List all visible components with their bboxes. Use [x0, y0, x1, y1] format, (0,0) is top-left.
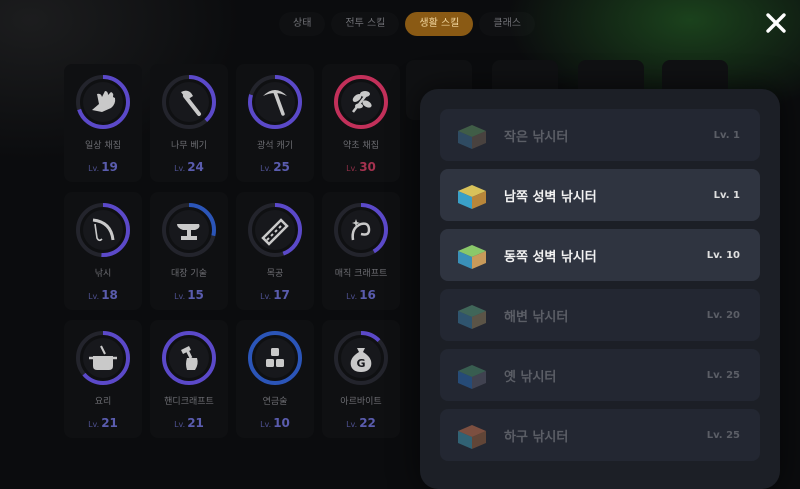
anvil-icon	[161, 202, 217, 258]
fishing-spot-row[interactable]: 동쪽 성벽 낚시터 Lv. 10	[440, 229, 760, 281]
magic-icon	[333, 202, 389, 258]
hammer-fist-icon	[161, 330, 217, 386]
pickaxe-icon	[247, 74, 303, 130]
skill-card-herb-gathering[interactable]: 약초 채집 Lv. 30	[322, 64, 400, 182]
skill-card-logging[interactable]: 나무 베기 Lv. 24	[150, 64, 228, 182]
skill-card-blacksmithing[interactable]: 대장 기술 Lv. 15	[150, 192, 228, 310]
skill-card-mining[interactable]: 광석 캐기 Lv. 25	[236, 64, 314, 182]
svg-text:G: G	[356, 357, 365, 370]
terrain-block-icon	[454, 117, 490, 153]
skill-card-woodworking[interactable]: 목공 Lv. 17	[236, 192, 314, 310]
close-button[interactable]	[763, 10, 789, 36]
skill-card-cooking[interactable]: 요리 Lv. 21	[64, 320, 142, 438]
fishing-spot-row[interactable]: 작은 낚시터 Lv. 1	[440, 109, 760, 161]
terrain-block-icon	[454, 357, 490, 393]
tab-life-skill[interactable]: 생활 스킬	[405, 12, 474, 36]
fishing-spot-panel: 작은 낚시터 Lv. 1 남쪽 성벽 낚시터 Lv. 1 동쪽 성벽 낚시터 L…	[420, 89, 780, 489]
hand-gather-icon	[75, 74, 131, 130]
tab-status[interactable]: 상태	[279, 12, 325, 36]
saw-icon	[247, 202, 303, 258]
alchemy-blocks-icon	[247, 330, 303, 386]
tab-combat-skill[interactable]: 전투 스킬	[331, 12, 399, 36]
skill-card-handicraft[interactable]: 핸디크래프트 Lv. 21	[150, 320, 228, 438]
fishing-spot-row[interactable]: 옛 낚시터 Lv. 25	[440, 349, 760, 401]
fishing-spot-row[interactable]: 하구 낚시터 Lv. 25	[440, 409, 760, 461]
herb-icon	[333, 74, 389, 130]
fishing-spot-row[interactable]: 해변 낚시터 Lv. 20	[440, 289, 760, 341]
fishing-spot-row[interactable]: 남쪽 성벽 낚시터 Lv. 1	[440, 169, 760, 221]
tab-class[interactable]: 클래스	[479, 12, 535, 36]
terrain-block-icon	[454, 237, 490, 273]
terrain-block-icon	[454, 417, 490, 453]
cooking-pot-icon	[75, 330, 131, 386]
terrain-block-icon	[454, 297, 490, 333]
tab-bar: 상태 전투 스킬 생활 스킬 클래스	[279, 12, 535, 36]
skill-card-alchemy[interactable]: 연금술 Lv. 10	[236, 320, 314, 438]
skill-card-magic-craft[interactable]: 매직 크래프트 Lv. 16	[322, 192, 400, 310]
close-icon	[766, 13, 786, 33]
skill-card-gathering[interactable]: 일상 채집 Lv. 19	[64, 64, 142, 182]
axe-icon	[161, 74, 217, 130]
skill-card-part-time-job[interactable]: G 아르바이트 Lv. 22	[322, 320, 400, 438]
skill-card-fishing[interactable]: 낚시 Lv. 18	[64, 192, 142, 310]
money-bag-icon: G	[333, 330, 389, 386]
terrain-block-icon	[454, 177, 490, 213]
fishing-rod-icon	[75, 202, 131, 258]
